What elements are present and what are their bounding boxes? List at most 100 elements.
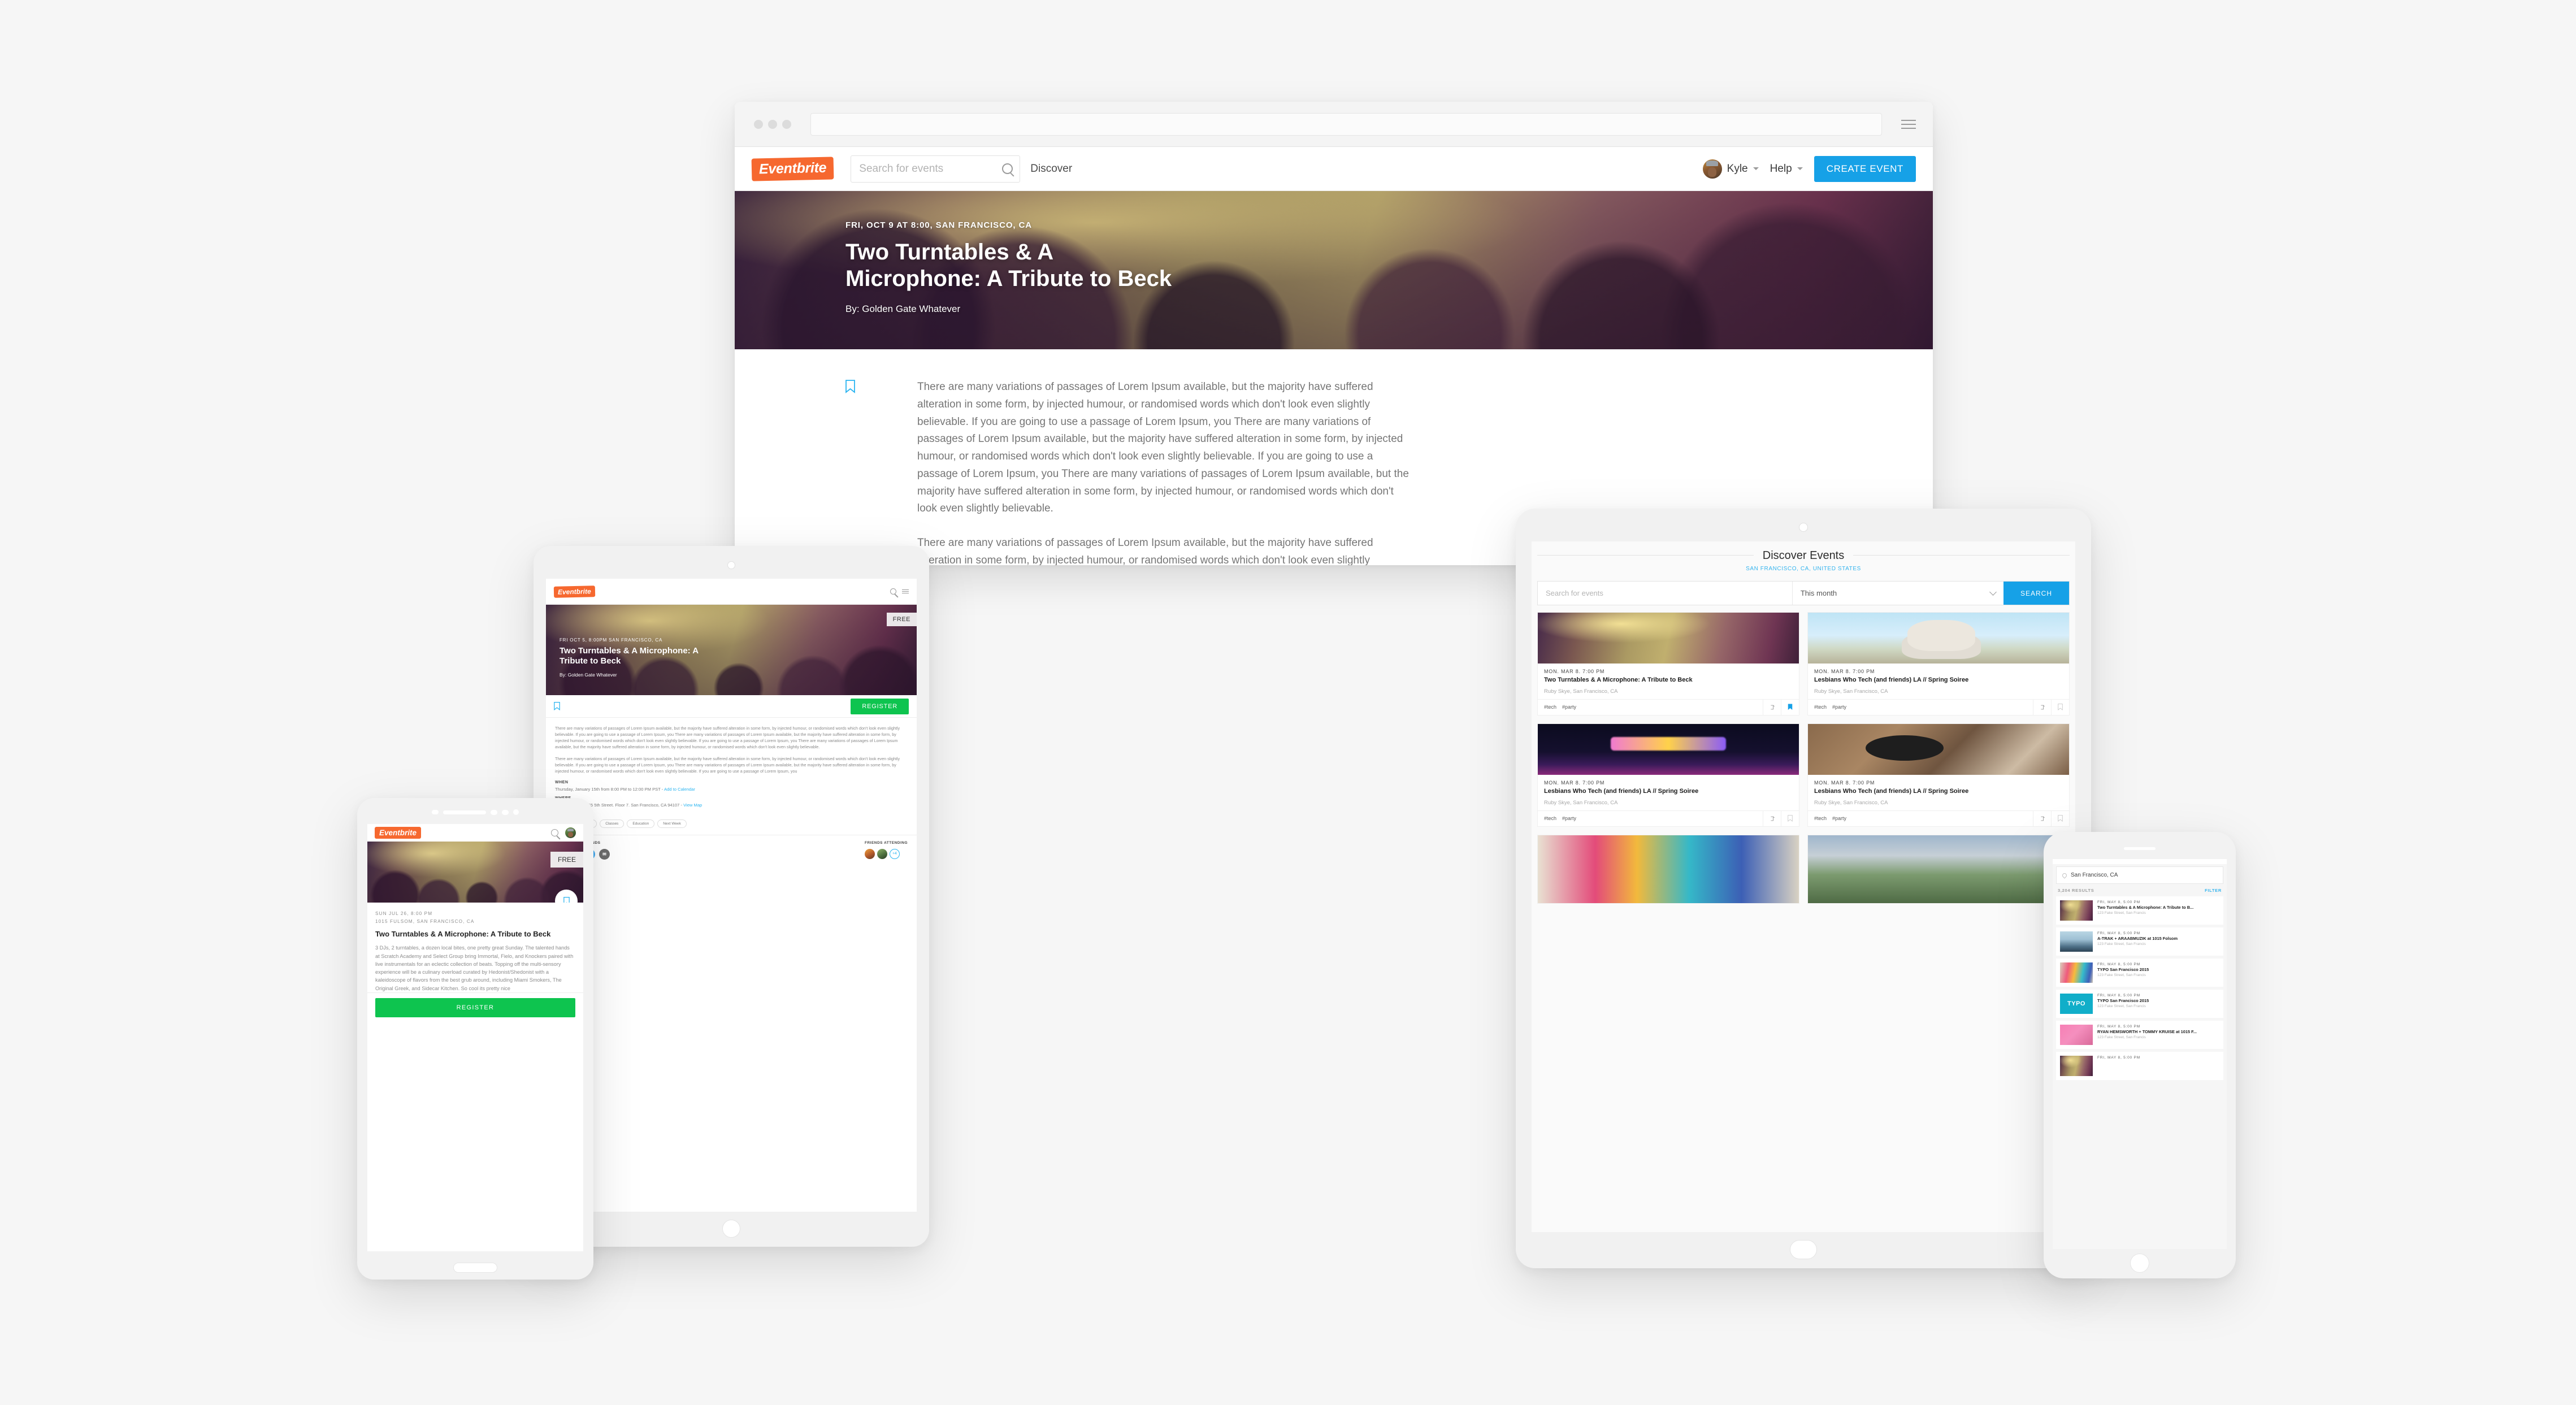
date-filter-select[interactable]: This month	[1793, 582, 2003, 605]
search-button[interactable]: SEARCH	[2003, 582, 2069, 605]
register-button[interactable]: REGISTER	[375, 998, 575, 1017]
friend-avatar[interactable]	[877, 848, 887, 859]
event-card[interactable]	[1537, 834, 1799, 904]
camera-icon	[727, 561, 735, 569]
list-item[interactable]: TYPO FRI, MAY 8, 5:00 PM TYPO San Franci…	[2056, 990, 2223, 1018]
list-item[interactable]: FRI, MAY 8, 5:00 PM TYPO San Francisco 2…	[2056, 959, 2223, 987]
home-button[interactable]	[1790, 1240, 1817, 1259]
results-count: 3,204 RESULTS	[2058, 888, 2094, 893]
item-text: FRI, MAY 8, 5:00 PM A-TRAK + ARAABMUZIK …	[2097, 931, 2219, 946]
when-value: Thursday, January 15th from 8:00 PM to 1…	[555, 787, 908, 792]
card-tag[interactable]: #party	[1832, 704, 1846, 710]
list-item[interactable]: FRI, MAY 8, 5:00 PM A-TRAK + ARAABMUZIK …	[2056, 927, 2223, 956]
hamburger-menu-icon[interactable]	[1901, 119, 1916, 129]
event-tag[interactable]: Education	[627, 819, 655, 828]
event-card[interactable]: MON. MAR 8. 7:00 PM Two Turntables & A M…	[1537, 612, 1799, 715]
bookmark-icon[interactable]	[554, 702, 560, 710]
card-tag[interactable]: #party	[1562, 816, 1576, 821]
bookmark-button[interactable]	[555, 890, 578, 903]
avatar[interactable]	[565, 827, 576, 838]
description-paragraph-2: There are many variations of passages of…	[917, 537, 1373, 565]
view-map-link[interactable]: View Map	[683, 803, 702, 808]
filter-button[interactable]: FILTER	[2205, 888, 2222, 893]
eventbrite-logo[interactable]: Eventbrite	[553, 585, 595, 598]
typo-logo: TYPO	[2060, 994, 2093, 1014]
search-input[interactable]	[859, 162, 998, 175]
event-card[interactable]: MON. MAR 8. 7:00 PM Lesbians Who Tech (a…	[1807, 723, 2070, 827]
phone-speaker	[432, 809, 519, 815]
hero-title: Two Turntables & A Microphone: A Tribute…	[560, 646, 699, 666]
eventbrite-navbar: Eventbrite Discover Kyle Help CREATE EVE…	[735, 147, 1933, 191]
add-to-calendar-link[interactable]: Add to Calendar	[664, 787, 695, 792]
home-button[interactable]	[2130, 1254, 2149, 1273]
card-tag[interactable]: #party	[1562, 704, 1576, 710]
share-button[interactable]	[2033, 699, 2051, 715]
discover-location[interactable]: SAN FRANCISCO, CA, UNITED STATES	[1537, 566, 2070, 572]
create-event-button[interactable]: CREATE EVENT	[1814, 155, 1916, 182]
tablet-screen: Eventbrite FREE FRI OCT 5, 8:00PM SAN FR…	[546, 579, 917, 1212]
location-field[interactable]: San Francisco, CA	[2056, 866, 2223, 884]
search-icon[interactable]	[551, 829, 558, 836]
search-icon[interactable]	[890, 588, 896, 595]
card-tag[interactable]: #party	[1832, 816, 1846, 821]
bookmark-icon	[2058, 704, 2063, 711]
card-tag[interactable]: #tech	[1814, 704, 1827, 710]
item-title: A-TRAK + ARAABMUZIK at 1015 Folsom	[2097, 936, 2178, 941]
friend-avatar[interactable]	[864, 848, 875, 859]
search-icon[interactable]	[1002, 163, 1013, 174]
chevron-down-icon	[1797, 167, 1803, 170]
item-date: FRI, MAY 8, 5:00 PM	[2097, 994, 2140, 998]
event-tag[interactable]: Classes	[600, 819, 625, 828]
avatar	[1702, 159, 1722, 179]
user-menu[interactable]: Kyle	[1702, 159, 1759, 179]
save-button[interactable]	[1781, 699, 1799, 715]
list-item[interactable]: FRI, MAY 8, 5:00 PM Two Turntables & A M…	[2056, 896, 2223, 925]
event-card[interactable]: MON. MAR 8. 7:00 PM Lesbians Who Tech (a…	[1807, 612, 2070, 715]
item-thumbnail	[2060, 900, 2093, 921]
share-button[interactable]	[1763, 699, 1781, 715]
event-hero-banner: FRI, OCT 9 AT 8:00, SAN FRANCISCO, CA Tw…	[735, 191, 1933, 349]
card-tag[interactable]: #tech	[1544, 704, 1556, 710]
save-button[interactable]	[2051, 699, 2069, 715]
nav-link-discover[interactable]: Discover	[1030, 163, 1072, 175]
item-title: RYAN HEMSWORTH + TOMMY KRUISE at 1015 F.…	[2097, 1029, 2197, 1034]
register-button[interactable]: REGISTER	[851, 698, 909, 714]
card-date: MON. MAR 8. 7:00 PM	[1814, 669, 1875, 674]
event-card[interactable]: MON. MAR 8. 7:00 PM Lesbians Who Tech (a…	[1537, 723, 1799, 827]
card-tag[interactable]: #tech	[1544, 816, 1556, 821]
event-title: Two Turntables & A Microphone: A Tribute…	[375, 930, 551, 939]
save-button[interactable]	[1781, 810, 1799, 826]
save-button[interactable]	[2051, 810, 2069, 826]
home-button[interactable]	[722, 1220, 740, 1238]
help-menu[interactable]: Help	[1770, 163, 1803, 175]
window-controls[interactable]	[754, 119, 791, 129]
eventbrite-logo[interactable]: Eventbrite	[751, 156, 834, 181]
share-and-friends-section: SHARE WITH FRIENDS ◉ in ✦ ✉ FRIENDS ATTE…	[546, 834, 917, 866]
bookmark-icon[interactable]	[845, 380, 855, 393]
item-thumbnail	[2060, 962, 2093, 983]
card-tag[interactable]: #tech	[1814, 816, 1827, 821]
tablet-discover-device: Discover Events SAN FRANCISCO, CA, UNITE…	[1516, 509, 2091, 1268]
when-text: Thursday, January 15th from 8:00 PM to 1…	[555, 786, 665, 792]
event-tag[interactable]: Next Week	[657, 819, 687, 828]
list-item[interactable]: FRI, MAY 8, 5:00 PM RYAN HEMSWORTH + TOM…	[2056, 1021, 2223, 1049]
hamburger-menu-icon[interactable]	[902, 589, 909, 594]
share-button[interactable]	[1763, 810, 1781, 826]
eventbrite-logo[interactable]: Eventbrite	[375, 826, 422, 839]
item-venue: 123 Fake Street, San Francis	[2097, 911, 2146, 916]
card-venue: Ruby Skye, San Francisco, CA	[1544, 799, 1618, 806]
friends-overflow-count[interactable]: +4	[889, 848, 900, 859]
list-item[interactable]: FRI, MAY 8, 5:00 PM	[2056, 1052, 2223, 1080]
item-text: FRI, MAY 8, 5:00 PM TYPO San Francisco 2…	[2097, 994, 2219, 1008]
browser-address-bar[interactable]	[810, 112, 1882, 136]
search-field[interactable]	[851, 155, 1021, 183]
event-card[interactable]	[1807, 834, 2070, 904]
tablet-navbar: Eventbrite	[546, 579, 917, 605]
share-button[interactable]	[2033, 810, 2051, 826]
card-body: MON. MAR 8. 7:00 PM Lesbians Who Tech (a…	[1538, 775, 1799, 810]
home-button[interactable]	[453, 1263, 497, 1273]
hero-title-line-1: Two Turntables & A	[845, 240, 1054, 264]
email-icon[interactable]: ✉	[599, 848, 610, 860]
card-date: MON. MAR 8. 7:00 PM	[1814, 779, 1875, 786]
discover-search-input[interactable]: Search for events	[1538, 582, 1793, 605]
